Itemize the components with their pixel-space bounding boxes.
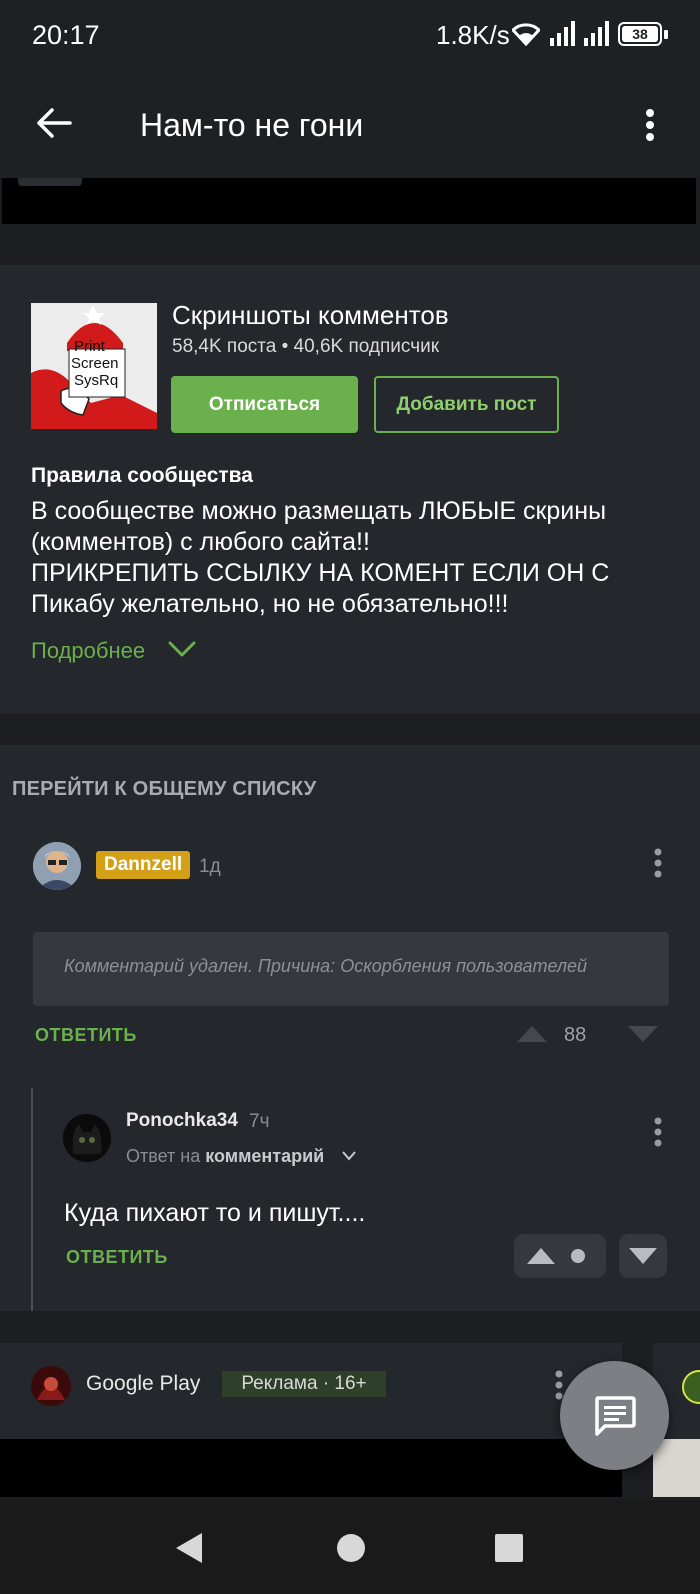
- user-avatar-dannzell: [33, 842, 81, 890]
- comment-menu-icon[interactable]: [653, 1117, 663, 1147]
- ad-menu-icon[interactable]: [555, 1370, 563, 1400]
- upvote-button[interactable]: [514, 1234, 606, 1278]
- nav-recents-icon[interactable]: [494, 1533, 524, 1563]
- ad-media-next[interactable]: [653, 1439, 700, 1497]
- post-content-stub: [18, 178, 82, 186]
- reply-to-prefix: Ответ на: [126, 1146, 201, 1166]
- community-avatar[interactable]: Print Screen SysRq: [31, 303, 157, 429]
- community-name[interactable]: Скриншоты комментов: [172, 300, 449, 331]
- ad-avatar[interactable]: [31, 1366, 71, 1406]
- add-post-button[interactable]: Добавить пост: [374, 376, 559, 433]
- comment-fab[interactable]: [560, 1361, 669, 1470]
- avatar[interactable]: [33, 842, 81, 890]
- page-title: Нам-то не гони: [140, 107, 364, 143]
- comment-menu-icon[interactable]: [653, 848, 663, 878]
- ad-next-avatar: [682, 1370, 700, 1404]
- comment-author[interactable]: Ponochka34: [126, 1110, 238, 1132]
- wifi-icon: [512, 23, 540, 46]
- rules-text: В сообществе можно размещать ЛЮБЫЕ скрин…: [31, 497, 610, 618]
- avatar-text-print: Print: [74, 338, 105, 355]
- downvote-icon: [629, 1248, 657, 1264]
- reply-to-target[interactable]: комментарий: [205, 1146, 324, 1166]
- battery-tip: [664, 30, 668, 39]
- chevron-down-icon[interactable]: [168, 640, 196, 658]
- community-stats: 58,4K поста • 40,6K подписчик: [172, 336, 440, 357]
- rules-title: Правила сообщества: [31, 464, 253, 487]
- user-avatar-ponochka: [63, 1114, 111, 1162]
- reply-to-label[interactable]: Ответ на комментарий: [126, 1146, 324, 1167]
- network-speed: 1.8K/s: [436, 20, 510, 50]
- downvote-icon[interactable]: [627, 1025, 659, 1043]
- more-options-icon[interactable]: [644, 108, 656, 142]
- nav-home-icon[interactable]: [336, 1533, 366, 1563]
- comment-author[interactable]: Dannzell: [96, 851, 191, 879]
- avatar-text-screen: Screen: [71, 355, 119, 372]
- ad-badge: Реклама · 16+: [222, 1371, 386, 1397]
- unsubscribe-button[interactable]: Отписаться: [171, 376, 358, 433]
- comment-score: 88: [564, 1024, 587, 1046]
- avatar[interactable]: [63, 1114, 111, 1162]
- reply-button[interactable]: ОТВЕТИТЬ: [66, 1247, 168, 1268]
- comment-icon: [594, 1395, 636, 1436]
- thread-line: [31, 1088, 33, 1311]
- reply-button[interactable]: ОТВЕТИТЬ: [35, 1025, 137, 1046]
- ad-advertiser-name[interactable]: Google Play: [86, 1372, 200, 1396]
- back-arrow-icon[interactable]: [36, 107, 72, 139]
- comment-time: 7ч: [249, 1111, 270, 1132]
- upvote-icon: [527, 1248, 555, 1264]
- battery-icon: 38: [618, 22, 662, 46]
- status-time: 20:17: [32, 20, 100, 50]
- downvote-button[interactable]: [619, 1234, 667, 1278]
- goto-full-list-link[interactable]: ПЕРЕЙТИ К ОБЩЕМУ СПИСКУ: [12, 778, 316, 801]
- comment-time: 1д: [199, 856, 221, 877]
- comment-text: Куда пихают то и пишут....: [64, 1199, 366, 1227]
- more-link[interactable]: Подробнее: [31, 638, 145, 664]
- deleted-comment-text: Комментарий удален. Причина: Оскорбления…: [64, 956, 588, 976]
- post-content-strip: [2, 178, 696, 224]
- neutral-score-dot: [571, 1249, 585, 1263]
- chevron-down-icon[interactable]: [341, 1150, 357, 1162]
- avatar-text-sysrq: SysRq: [74, 372, 119, 389]
- nav-back-icon[interactable]: [174, 1531, 204, 1565]
- ad-avatar-art: [31, 1366, 71, 1406]
- battery-level: 38: [622, 26, 658, 42]
- signal-icon-2: [584, 21, 609, 46]
- ad-media[interactable]: [0, 1439, 622, 1497]
- signal-icon-1: [550, 21, 575, 46]
- upvote-icon[interactable]: [516, 1025, 548, 1043]
